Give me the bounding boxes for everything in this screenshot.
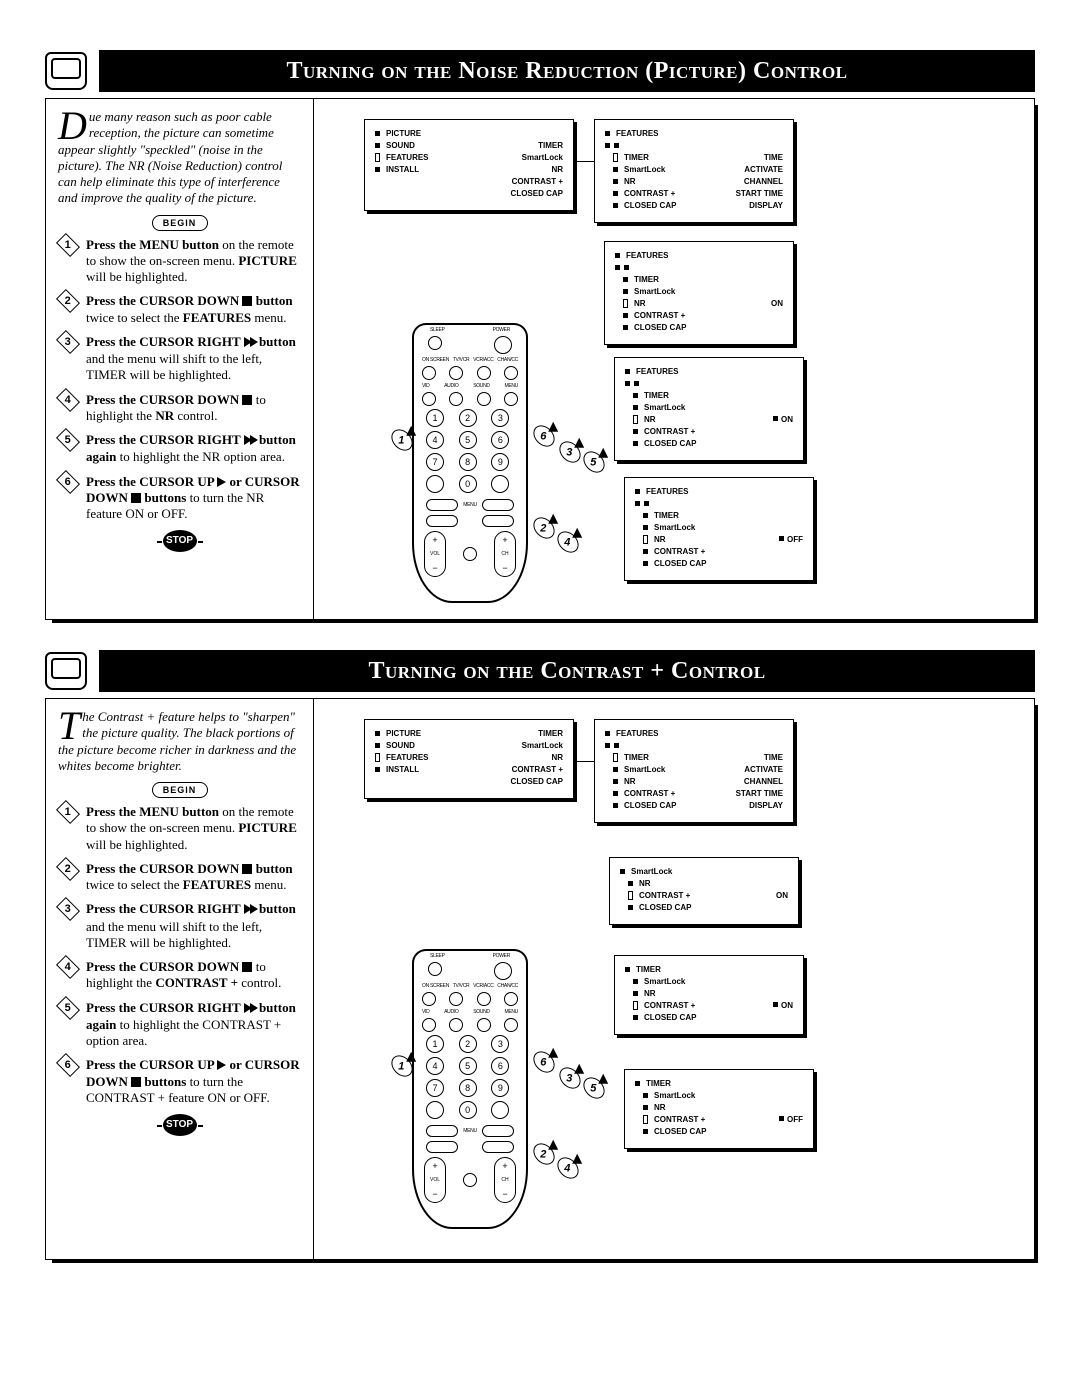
osd-step3: FEATURESTIMERTIMESmartLockACTIVATENRCHAN… (594, 119, 794, 223)
osd-step3: FEATURESTIMERTIMESmartLockACTIVATENRCHAN… (594, 719, 794, 823)
step-3: 3Press the CURSOR RIGHT button and the m… (58, 901, 301, 951)
content-box: T he Contrast + feature helps to "sharpe… (45, 698, 1035, 1260)
callout-3: 3 (555, 1063, 585, 1093)
step-number: 3 (56, 897, 80, 921)
callout-6: 6 (529, 1047, 559, 1077)
dropcap: D (58, 111, 87, 141)
nr-section: Turning on the Noise Reduction (Picture)… (45, 50, 1035, 620)
osd-main: PICTURESOUNDTIMERFEATURESSmartLockINSTAL… (364, 119, 574, 211)
title-bar: Turning on the Noise Reduction (Picture)… (45, 50, 1035, 92)
step-1: 1Press the MENU button on the remote to … (58, 237, 301, 286)
content-box: D ue many reason such as poor cable rece… (45, 98, 1035, 620)
step-number: 2 (56, 857, 80, 881)
stop-marker: STOP (163, 530, 197, 552)
osd-step5: TIMERSmartLockNRCONTRAST +ONCLOSED CAP (614, 955, 804, 1035)
osd-main: PICTURETIMERSOUNDSmartLockFEATURESNRINST… (364, 719, 574, 799)
illustration-column: PICTURETIMERSOUNDSmartLockFEATURESNRINST… (314, 699, 1034, 1259)
step-4: 4Press the CURSOR DOWN to highlight the … (58, 392, 301, 425)
remote-control: SLEEPPOWERON SCREENTV/VCRVCR/ACCCHAN/CCV… (412, 323, 528, 603)
step-number: 6 (56, 469, 80, 493)
step-number: 1 (56, 232, 80, 256)
callout-4: 4 (553, 1153, 583, 1183)
step-number: 4 (56, 955, 80, 979)
steps-list: 1Press the MENU button on the remote to … (58, 237, 301, 523)
callout-2: 2 (529, 513, 559, 543)
link-line (574, 761, 594, 762)
callout-3: 3 (555, 437, 585, 467)
step-5: 5Press the CURSOR RIGHT button again to … (58, 432, 301, 466)
callout-5: 5 (579, 447, 609, 477)
step-2: 2Press the CURSOR DOWN button twice to s… (58, 861, 301, 894)
callout-2: 2 (529, 1139, 559, 1169)
step-number: 6 (56, 1053, 80, 1077)
step-4: 4Press the CURSOR DOWN to highlight the … (58, 959, 301, 992)
step-number: 5 (56, 428, 80, 452)
step-6: 6Press the CURSOR UP or CURSOR DOWN butt… (58, 474, 301, 523)
osd-step4: SmartLockNRCONTRAST +ONCLOSED CAP (609, 857, 799, 925)
osd-step4: FEATURESTIMERSmartLockNRONCONTRAST +CLOS… (604, 241, 794, 345)
step-number: 3 (56, 330, 80, 354)
step-6: 6Press the CURSOR UP or CURSOR DOWN butt… (58, 1057, 301, 1106)
stop-marker: STOP (163, 1114, 197, 1136)
illustration-column: PICTURESOUNDTIMERFEATURESSmartLockINSTAL… (314, 99, 1034, 619)
tv-icon (45, 652, 87, 690)
step-1: 1Press the MENU button on the remote to … (58, 804, 301, 853)
intro-body: he Contrast + feature helps to "sharpen"… (58, 709, 296, 773)
section-title: Turning on the Contrast + Control (99, 650, 1035, 692)
osd-step6: TIMERSmartLockNRCONTRAST +OFFCLOSED CAP (624, 1069, 814, 1149)
intro-text: D ue many reason such as poor cable rece… (58, 109, 301, 207)
begin-marker: BEGIN (152, 782, 208, 798)
dropcap: T (58, 711, 80, 741)
osd-step5: FEATURESTIMERSmartLockNRONCONTRAST +CLOS… (614, 357, 804, 461)
osd-step6: FEATURESTIMERSmartLockNROFFCONTRAST +CLO… (624, 477, 814, 581)
intro-text: T he Contrast + feature helps to "sharpe… (58, 709, 301, 774)
intro-body: ue many reason such as poor cable recept… (58, 109, 282, 205)
title-bar: Turning on the Contrast + Control (45, 650, 1035, 692)
callout-5: 5 (579, 1073, 609, 1103)
step-number: 4 (56, 387, 80, 411)
step-2: 2Press the CURSOR DOWN button twice to s… (58, 293, 301, 326)
instructions-column: T he Contrast + feature helps to "sharpe… (46, 699, 314, 1259)
instructions-column: D ue many reason such as poor cable rece… (46, 99, 314, 619)
tv-icon (45, 52, 87, 90)
callout-4: 4 (553, 527, 583, 557)
step-number: 1 (56, 800, 80, 824)
step-number: 5 (56, 995, 80, 1019)
remote-control: SLEEPPOWERON SCREENTV/VCRVCR/ACCCHAN/CCV… (412, 949, 528, 1229)
step-number: 2 (56, 289, 80, 313)
link-line (574, 161, 594, 162)
step-3: 3Press the CURSOR RIGHT button and the m… (58, 334, 301, 384)
steps-list: 1Press the MENU button on the remote to … (58, 804, 301, 1106)
begin-marker: BEGIN (152, 215, 208, 231)
step-5: 5Press the CURSOR RIGHT button again to … (58, 1000, 301, 1050)
section-title: Turning on the Noise Reduction (Picture)… (99, 50, 1035, 92)
callout-6: 6 (529, 421, 559, 451)
contrast-section: Turning on the Contrast + Control T he C… (45, 650, 1035, 1260)
